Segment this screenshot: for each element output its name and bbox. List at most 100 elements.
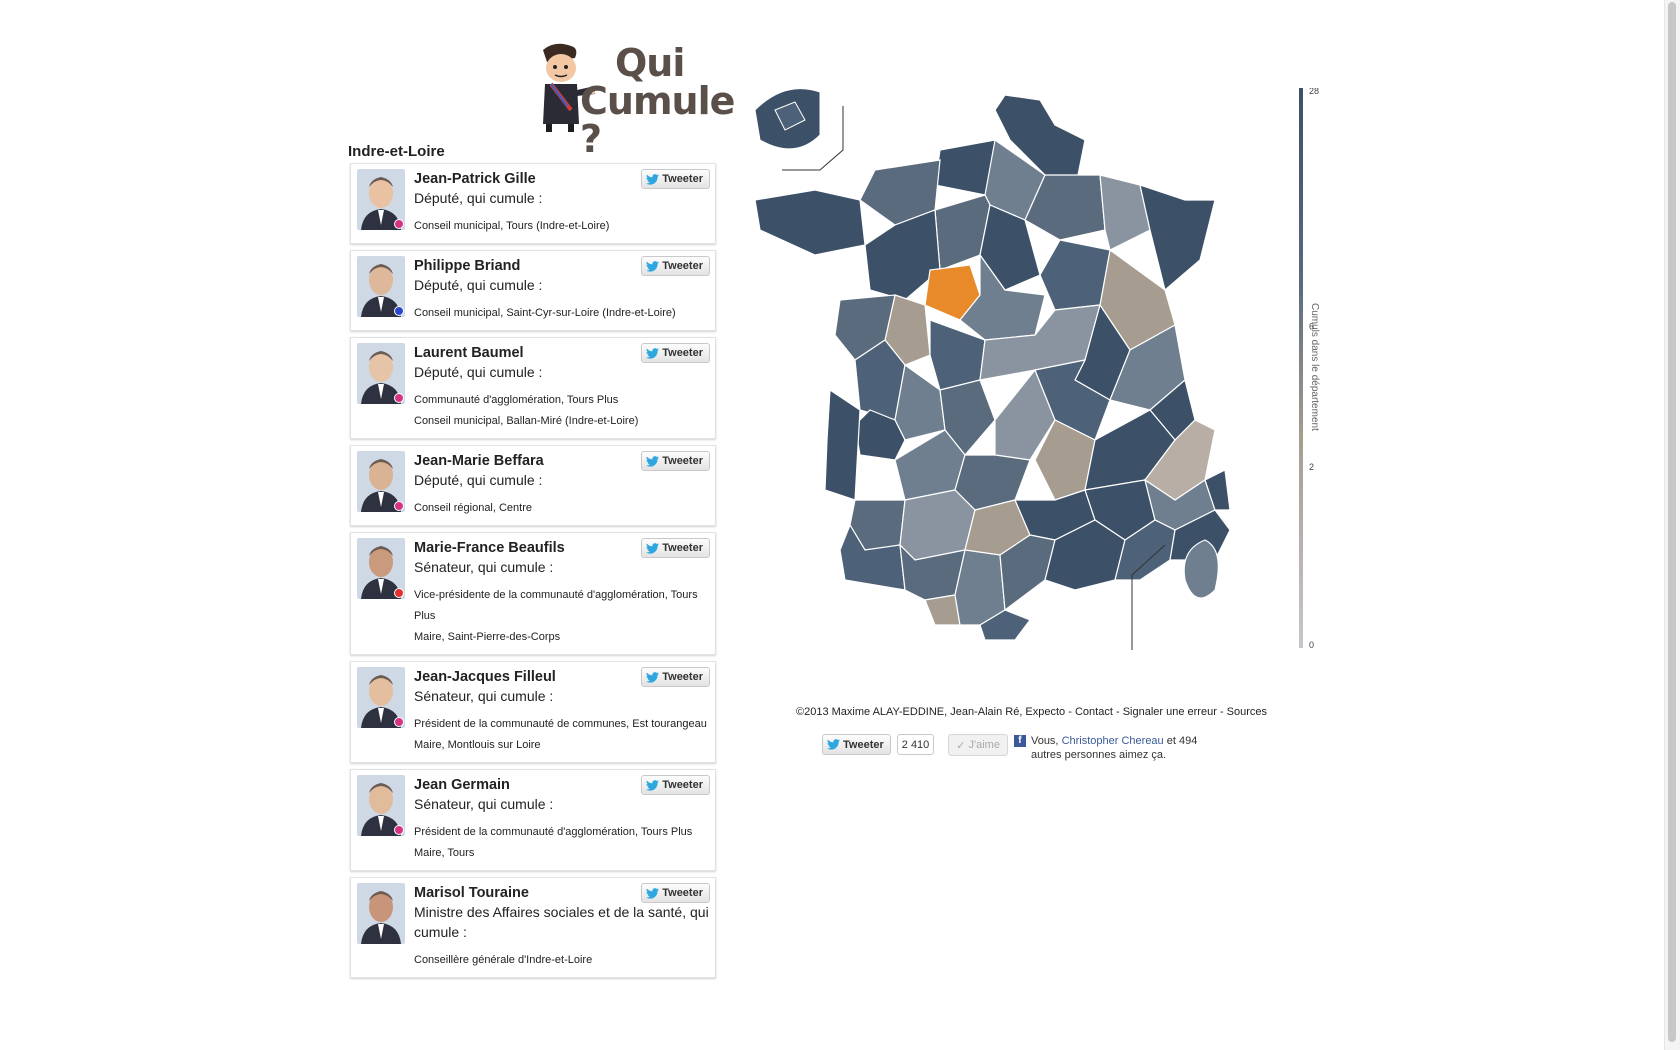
- elu-role: Sénateur, qui cumule :: [414, 688, 554, 704]
- tweet-label: Tweeter: [662, 173, 703, 185]
- france-map: [755, 88, 1231, 650]
- elu-card: Tweeter Marie-France Beaufils Sénateur, …: [350, 532, 716, 655]
- avatar[interactable]: [357, 538, 405, 599]
- mandates-list: Conseil municipal, Tours (Indre-et-Loire…: [414, 216, 709, 237]
- elu-card: Tweeter Philippe Briand Député, qui cumu…: [350, 250, 716, 331]
- tweet-button[interactable]: Tweeter: [641, 451, 710, 471]
- legend-tick-label: 28: [1309, 88, 1319, 96]
- legend-label: Cumuls dans le département: [1309, 303, 1320, 431]
- mandates-list: Conseil municipal, Saint-Cyr-sur-Loire (…: [414, 303, 709, 324]
- mandate-item: Conseil municipal, Ballan-Miré (Indre-et…: [414, 415, 639, 427]
- elu-role: Sénateur, qui cumule :: [414, 559, 554, 575]
- tweet-button[interactable]: Tweeter: [641, 169, 710, 189]
- tweet-count: 2 410: [896, 734, 935, 755]
- avatar[interactable]: [357, 169, 405, 230]
- twitter-bird-icon: [646, 779, 660, 791]
- elu-role: Député, qui cumule :: [414, 277, 543, 293]
- fb-friend-link[interactable]: Christopher Chereau: [1062, 735, 1164, 747]
- elu-role: Ministre des Affaires sociales et de la …: [414, 904, 709, 940]
- tweet-label: Tweeter: [662, 542, 703, 554]
- mandate-item: Président de la communauté de communes, …: [414, 718, 707, 730]
- party-dot: [394, 717, 404, 727]
- party-dot: [394, 588, 404, 598]
- tweet-button[interactable]: Tweeter: [641, 538, 710, 558]
- map-region[interactable]: [755, 189, 866, 256]
- mandate-item: Communauté d'agglomération, Tours Plus: [414, 394, 619, 406]
- elu-role: Député, qui cumule :: [414, 364, 543, 380]
- footer-link-report-error[interactable]: Signaler une erreur: [1123, 706, 1217, 718]
- twitter-bird-icon: [827, 739, 840, 750]
- avatar[interactable]: [357, 451, 405, 512]
- copyright: ©2013 Maxime ALAY-EDDINE, Jean-Alain Ré,…: [796, 706, 1066, 718]
- mandate-item: Maire, Saint-Pierre-des-Corps: [414, 631, 561, 643]
- elu-card: Tweeter Jean-Marie Beffara Député, qui c…: [350, 445, 716, 526]
- party-dot: [394, 393, 404, 403]
- map-region[interactable]: [924, 594, 961, 626]
- avatar[interactable]: [357, 883, 405, 944]
- map-region[interactable]: [1039, 239, 1111, 311]
- legend-tick-label: 0: [1309, 640, 1314, 650]
- twitter-bird-icon: [646, 887, 660, 899]
- map-region[interactable]: [954, 549, 1006, 626]
- twitter-bird-icon: [646, 260, 660, 272]
- departments: [755, 94, 1231, 641]
- avatar[interactable]: [357, 343, 405, 404]
- footer-link-contact[interactable]: Contact: [1075, 706, 1113, 718]
- avatar[interactable]: [357, 775, 405, 836]
- scrollbar-thumb[interactable]: [1668, 2, 1676, 1042]
- mandate-item: Président de la communauté d'agglomérati…: [414, 826, 693, 838]
- tweet-button[interactable]: Tweeter: [641, 343, 710, 363]
- party-dot: [394, 501, 404, 511]
- elu-card: Tweeter Jean Germain Sénateur, qui cumul…: [350, 769, 716, 871]
- ile-de-france-inset: [755, 88, 844, 171]
- department-title: Indre-et-Loire: [348, 143, 445, 160]
- mandates-list: Communauté d'agglomération, Tours Plus Co…: [414, 390, 709, 432]
- mandates-list: Conseillère générale d'Indre-et-Loire: [414, 950, 709, 971]
- map-region[interactable]: [824, 388, 861, 501]
- footer-credits: ©2013 Maxime ALAY-EDDINE, Jean-Alain Ré,…: [796, 706, 1268, 718]
- tweet-label: Tweeter: [662, 779, 703, 791]
- tweet-label: Tweeter: [843, 738, 884, 751]
- mandates-list: Vice-présidente de la communauté d'agglo…: [414, 585, 709, 648]
- footer-link-sources[interactable]: Sources: [1227, 706, 1267, 718]
- facebook-social-text: f Vous, Christopher Chereau et 494 autre…: [1013, 734, 1219, 762]
- scrollbar[interactable]: [1664, 0, 1680, 1050]
- tweet-button[interactable]: Tweeter: [641, 883, 710, 903]
- legend-tick-label: 2: [1309, 462, 1314, 472]
- tweet-button[interactable]: Tweeter: [822, 734, 891, 755]
- twitter-bird-icon: [646, 542, 660, 554]
- tweet-label: Tweeter: [662, 887, 703, 899]
- mandates-list: Président de la communauté d'agglomérati…: [414, 822, 709, 864]
- avatar[interactable]: [357, 667, 405, 728]
- elu-card: Tweeter Laurent Baumel Député, qui cumul…: [350, 337, 716, 439]
- tweet-label: Tweeter: [662, 347, 703, 359]
- elu-role: Député, qui cumule :: [414, 472, 543, 488]
- social-bar: Tweeter 2 410 ✓ J'aime f Vous, Christoph…: [822, 734, 1219, 762]
- mandate-item: Vice-présidente de la communauté d'agglo…: [414, 589, 698, 622]
- fb-prefix: Vous,: [1030, 735, 1059, 747]
- mandate-item: Maire, Tours: [414, 847, 475, 859]
- tweet-label: Tweeter: [662, 671, 703, 683]
- avatar[interactable]: [357, 256, 405, 317]
- logo-line-1: Qui: [615, 41, 685, 85]
- legend-scale: [1299, 88, 1303, 648]
- logo[interactable]: Qui Cumule ?: [535, 40, 735, 158]
- map-region[interactable]: [1139, 184, 1216, 292]
- facebook-icon: f: [1013, 735, 1026, 747]
- mandate-item: Conseil municipal, Saint-Cyr-sur-Loire (…: [414, 307, 676, 319]
- map-region[interactable]: [899, 489, 976, 561]
- tweet-button[interactable]: Tweeter: [641, 667, 710, 687]
- portrait-icon: [357, 883, 405, 944]
- like-label: J'aime: [968, 739, 1000, 751]
- twitter-bird-icon: [646, 173, 660, 185]
- mandates-list: Conseil régional, Centre: [414, 498, 709, 519]
- party-dot: [394, 306, 404, 316]
- tweet-button[interactable]: Tweeter: [641, 256, 710, 276]
- elu-card: Tweeter Jean-Patrick Gille Député, qui c…: [350, 163, 716, 244]
- check-icon: ✓: [956, 739, 966, 752]
- elus-list: Tweeter Jean-Patrick Gille Député, qui c…: [350, 163, 716, 984]
- mandate-item: Conseil municipal, Tours (Indre-et-Loire…: [414, 220, 610, 232]
- tweet-button[interactable]: Tweeter: [641, 775, 710, 795]
- twitter-bird-icon: [646, 671, 660, 683]
- like-button[interactable]: ✓ J'aime: [948, 734, 1008, 756]
